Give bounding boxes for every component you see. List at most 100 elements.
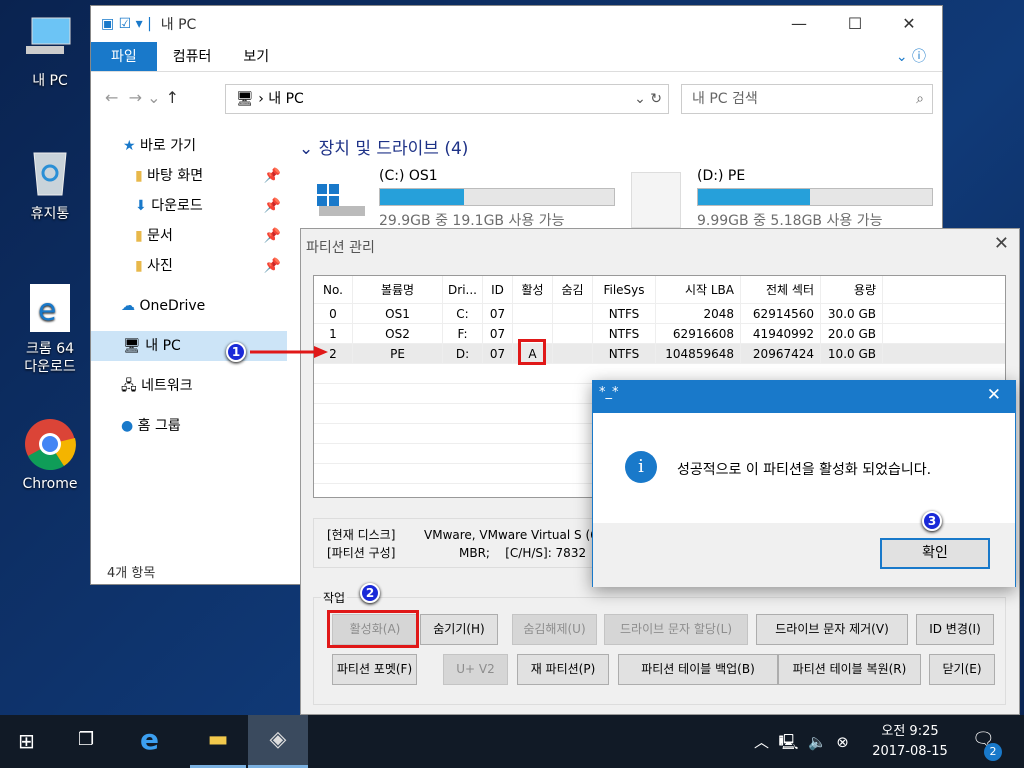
- table-cell: [513, 304, 553, 323]
- action-button: 드라이브 문자 할당(L): [604, 614, 748, 645]
- help-icon[interactable]: ⌄ ⓘ: [880, 42, 942, 71]
- desktop-icon-recycle-bin[interactable]: 휴지통: [10, 145, 90, 223]
- action-button[interactable]: 파티션 테이블 백업(B): [618, 654, 778, 685]
- action-button[interactable]: ID 변경(I): [916, 614, 994, 645]
- dialog-title: 파티션 관리: [306, 240, 375, 256]
- table-cell: 07: [483, 304, 513, 323]
- search-input[interactable]: 내 PC 검색 ⌕: [681, 84, 933, 114]
- action-button[interactable]: 파티션 포멧(F): [332, 654, 417, 685]
- column-header: 전체 섹터: [741, 276, 821, 303]
- close-button[interactable]: ✕: [994, 233, 1009, 254]
- table-row[interactable]: 2 PE D: 07 A NTFS 104859648 20967424 10.0 GB: [314, 344, 1005, 364]
- close-button[interactable]: ✕: [987, 385, 1009, 405]
- nav-homegroup[interactable]: ● 홈 그룹: [91, 411, 287, 441]
- svg-text:e: e: [38, 293, 56, 328]
- chrome-icon: [24, 418, 76, 470]
- clock[interactable]: 오전 9:25 2017-08-15: [870, 722, 950, 762]
- drive-usage-bar: [379, 188, 615, 206]
- table-cell: 20967424: [741, 344, 821, 363]
- desktop-icon-chrome[interactable]: Chrome: [10, 418, 90, 492]
- nav-network[interactable]: 🖧 네트워크: [91, 371, 287, 401]
- table-cell: 10.0 GB: [821, 344, 883, 363]
- nav-downloads[interactable]: ⬇ 다운로드 📌: [91, 191, 287, 221]
- table-cell: NTFS: [593, 304, 656, 323]
- maximize-button[interactable]: ☐: [832, 6, 878, 42]
- action-button[interactable]: 닫기(E): [929, 654, 995, 685]
- action-button[interactable]: 숨기기(H): [420, 614, 498, 645]
- table-cell: 41940992: [741, 324, 821, 343]
- action-button[interactable]: 파티션 테이블 복원(R): [778, 654, 921, 685]
- desktop-icon-chrome64-download[interactable]: e 크롬 64 다운로드: [10, 282, 90, 376]
- navigation-pane: ★ 바로 가기 ▮ 바탕 화면 📌 ⬇ 다운로드 📌 ▮ 문서 📌 ▮ 사진 📌 ☁ O…: [91, 131, 287, 441]
- file-explorer-taskbar-icon[interactable]: ▬: [190, 715, 246, 768]
- start-button[interactable]: ⊞: [18, 729, 35, 753]
- table-cell: 2048: [656, 304, 741, 323]
- table-row[interactable]: 0 OS1 C: 07 NTFS 2048 62914560 30.0 GB: [314, 304, 1005, 324]
- table-header: No. 볼륨명 Dri... ID 활성 숨김 FileSys 시작 LBA 전체 섹터 용량: [314, 276, 1005, 304]
- table-cell: OS1: [353, 304, 443, 323]
- drive-c[interactable]: (C:) OS1 29.9GB 중 19.1GB 사용 가능: [315, 168, 615, 230]
- nav-quick-access[interactable]: ★ 바로 가기: [91, 131, 287, 161]
- column-header: Dri...: [443, 276, 483, 303]
- windows-drive-icon: [315, 182, 369, 218]
- column-header: 볼륨명: [353, 276, 443, 303]
- task-view-button[interactable]: ❐: [78, 729, 94, 750]
- column-header: No.: [314, 276, 353, 303]
- taskbar: ⊞ ❐ e ▬ ◈ ︿ 🖳 🔈 ⊗ 오전 9:25 2017-08-15 🗨 2: [0, 715, 1024, 768]
- notification-count-badge: 2: [984, 743, 1002, 761]
- quick-access-toolbar[interactable]: ▣ ☑ ▾ |: [101, 16, 161, 32]
- table-cell: NTFS: [593, 344, 656, 363]
- table-cell: 07: [483, 324, 513, 343]
- message-title-bar: *_* ✕: [593, 381, 1015, 413]
- annotation-badge-1: 1: [226, 342, 246, 362]
- ribbon-tabs: 파일 컴퓨터 보기 ⌄ ⓘ: [91, 42, 942, 72]
- table-cell: 20.0 GB: [821, 324, 883, 343]
- nav-pictures[interactable]: ▮ 사진 📌: [91, 251, 287, 281]
- annotation-badge-3: 3: [922, 511, 942, 531]
- address-bar[interactable]: 🖥 › 내 PC ⌄ ↻: [225, 84, 669, 114]
- action-button: 숨김해제(U): [512, 614, 597, 645]
- tab-view[interactable]: 보기: [227, 42, 285, 71]
- partition-tool-taskbar-icon[interactable]: ◈: [248, 715, 308, 768]
- table-cell: 1: [314, 324, 353, 343]
- tab-computer[interactable]: 컴퓨터: [157, 42, 228, 71]
- table-cell: [553, 304, 593, 323]
- action-button[interactable]: 드라이브 문자 제거(V): [756, 614, 908, 645]
- message-text: 성공적으로 이 파티션을 활성화 되었습니다.: [677, 462, 932, 478]
- table-cell: NTFS: [593, 324, 656, 343]
- tab-file[interactable]: 파일: [91, 42, 157, 71]
- tray-icons[interactable]: ︿ 🖳 🔈 ⊗: [754, 731, 849, 757]
- column-header: ID: [483, 276, 513, 303]
- action-button[interactable]: 재 파티션(P): [517, 654, 609, 685]
- table-row[interactable]: 1 OS2 F: 07 NTFS 62916608 41940992 20.0 GB: [314, 324, 1005, 344]
- annotation-highlight-activate-button: [327, 610, 419, 648]
- ok-button[interactable]: 확인: [880, 538, 990, 569]
- column-header: 시작 LBA: [656, 276, 741, 303]
- group-label: 작업: [321, 589, 348, 606]
- edge-shortcut-icon: e: [24, 282, 76, 334]
- table-cell: 07: [483, 344, 513, 363]
- annotation-badge-2: 2: [360, 583, 380, 603]
- drive-file-icon: [631, 172, 681, 228]
- nav-desktop[interactable]: ▮ 바탕 화면 📌: [91, 161, 287, 191]
- status-bar: 4개 항목: [107, 566, 156, 581]
- annotation-highlight-active: [518, 339, 546, 365]
- table-cell: F:: [443, 324, 483, 343]
- close-button[interactable]: ✕: [886, 6, 932, 42]
- annotation-arrow: [250, 346, 328, 358]
- table-cell: 104859648: [656, 344, 741, 363]
- table-cell: 62914560: [741, 304, 821, 323]
- drive-d[interactable]: (D:) PE 9.99GB 중 5.18GB 사용 가능: [631, 168, 933, 230]
- info-icon: i: [625, 451, 657, 483]
- table-cell: 62916608: [656, 324, 741, 343]
- desktop-icon-this-pc[interactable]: 내 PC: [10, 12, 90, 90]
- table-cell: OS2: [353, 324, 443, 343]
- table-cell: 0: [314, 304, 353, 323]
- nav-buttons[interactable]: ← → ⌄ ↑: [105, 88, 179, 107]
- section-header[interactable]: ⌄ 장치 및 드라이브 (4): [299, 134, 468, 159]
- nav-onedrive[interactable]: ☁ OneDrive: [91, 291, 287, 321]
- nav-documents[interactable]: ▮ 문서 📌: [91, 221, 287, 251]
- recycle-bin-icon: [24, 145, 76, 197]
- minimize-button[interactable]: —: [776, 6, 822, 42]
- edge-taskbar-icon[interactable]: e: [140, 723, 159, 756]
